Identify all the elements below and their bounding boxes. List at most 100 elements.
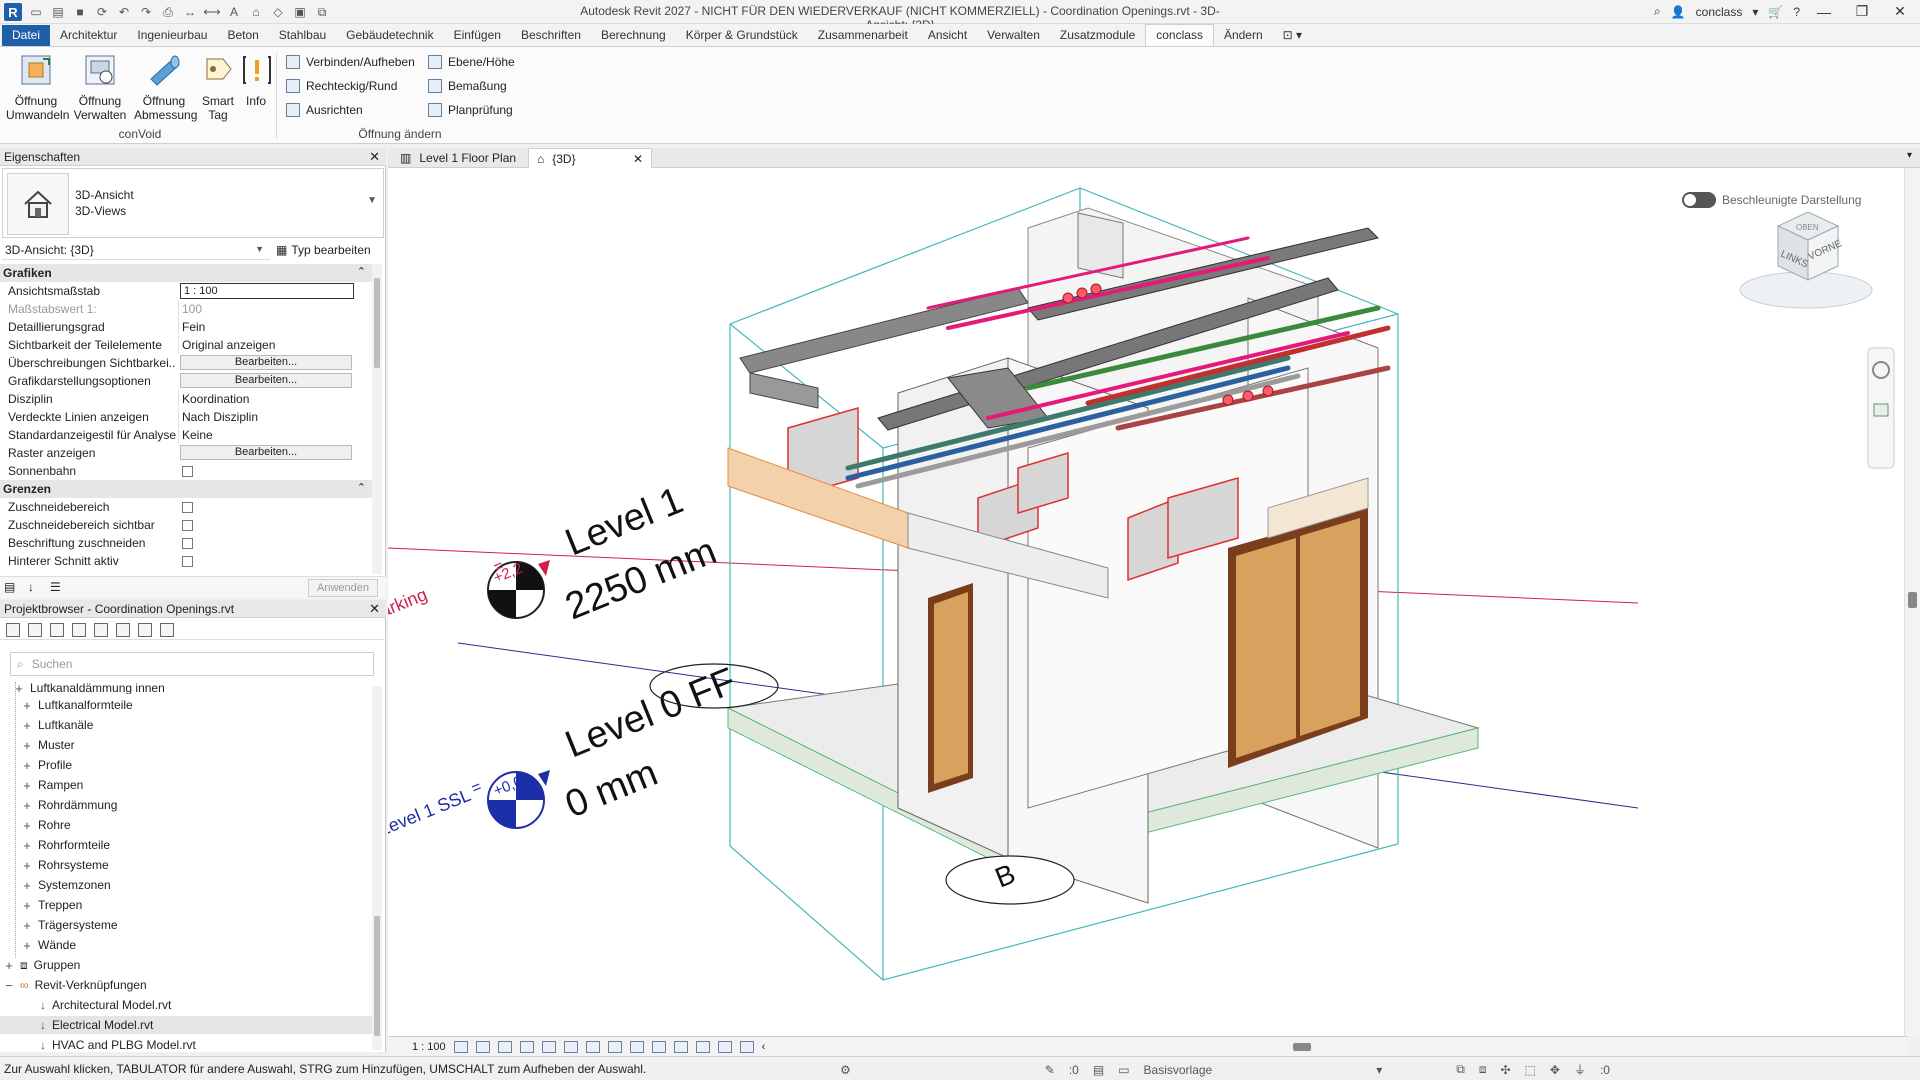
groups-icon[interactable] — [116, 622, 130, 637]
filter-icon[interactable]: ⏚ — [1574, 1061, 1586, 1078]
info-button[interactable]: Info — [240, 53, 272, 108]
ribbon-options-icon[interactable]: ⊡ ▾ — [1273, 25, 1312, 46]
checkbox[interactable] — [182, 466, 193, 477]
main-model-icon[interactable]: ✎ — [1045, 1063, 1055, 1077]
temporary-hide-icon[interactable] — [629, 1040, 644, 1053]
tree-item[interactable]: + Profile — [22, 756, 72, 774]
properties-scrollbar[interactable] — [372, 264, 382, 574]
tab-gebaeudetechnik[interactable]: Gebäudetechnik — [336, 25, 443, 46]
tree-item[interactable]: + Wände — [22, 936, 76, 954]
highlight-icon[interactable] — [717, 1040, 732, 1053]
tab-architektur[interactable]: Architektur — [50, 25, 127, 46]
tab-beton[interactable]: Beton — [217, 25, 268, 46]
tree-item[interactable]: + Systemzonen — [22, 876, 111, 894]
horizontal-scroll-thumb[interactable] — [1293, 1042, 1312, 1051]
close-hidden-icon[interactable]: ▣ — [292, 4, 308, 20]
worksharing-icon[interactable] — [673, 1040, 688, 1053]
detail-level-icon[interactable] — [453, 1040, 468, 1053]
tab-einfuegen[interactable]: Einfügen — [444, 25, 511, 46]
minimize-button[interactable]: — — [1810, 4, 1838, 20]
dropdown-icon[interactable]: ▼ — [367, 195, 377, 206]
tree-item[interactable]: + Trägersysteme — [22, 916, 117, 934]
tree-item-link[interactable]: ↓ HVAC and PLBG Model.rvt — [40, 1036, 196, 1054]
revit-logo[interactable]: R — [4, 3, 22, 21]
close-icon[interactable]: ✕ — [633, 152, 643, 166]
tab-datei[interactable]: Datei — [2, 25, 51, 46]
analytical-icon[interactable] — [695, 1040, 710, 1053]
level-0-label[interactable]: Level 0 FF — [560, 660, 742, 766]
edit-button[interactable]: Bearbeiten... — [180, 445, 352, 460]
apply-button[interactable]: Anwenden — [308, 579, 378, 597]
views-icon[interactable] — [28, 622, 42, 637]
smart-tag-button[interactable]: Smart Tag — [196, 53, 240, 122]
tree-item[interactable]: + Muster — [22, 736, 74, 754]
checkbox[interactable] — [182, 520, 193, 531]
bemassung-button[interactable]: Bemaßung — [428, 79, 507, 93]
tab-zusammenarbeit[interactable]: Zusammenarbeit — [808, 25, 918, 46]
oeffnung-umwandeln-button[interactable]: Öffnung Umwandeln — [6, 53, 69, 122]
scroll-thumb[interactable] — [374, 916, 380, 1036]
tree-item[interactable]: + Luftkanalformteile — [22, 696, 133, 714]
tab-berechnung[interactable]: Berechnung — [591, 25, 676, 46]
home-icon[interactable] — [6, 622, 20, 637]
tree-item[interactable]: + Rohrformteile — [22, 836, 110, 854]
links-icon[interactable] — [138, 622, 152, 637]
constraints-icon[interactable] — [739, 1040, 754, 1053]
reveal-hidden-icon[interactable] — [651, 1040, 666, 1053]
new-icon[interactable]: ▭ — [28, 4, 44, 20]
tab-stahlbau[interactable]: Stahlbau — [269, 25, 336, 46]
sort-az-icon[interactable]: ↓ — [28, 580, 34, 594]
tab-level-1-floor-plan[interactable]: ▥ Level 1 Floor Plan — [392, 148, 524, 168]
browser-scrollbar[interactable] — [372, 686, 382, 1050]
save-icon[interactable]: ■ — [72, 4, 88, 20]
sort-icon[interactable]: ▤ — [4, 580, 15, 594]
crop-view-icon[interactable] — [563, 1040, 578, 1053]
prop-value[interactable]: Original anzeigen — [178, 336, 354, 354]
select-by-face-icon[interactable]: ⬚ — [1525, 1063, 1536, 1077]
tab-koerper-grundstueck[interactable]: Körper & Grundstück — [676, 25, 808, 46]
sun-path-icon[interactable] — [497, 1040, 512, 1053]
sync-icon[interactable]: ⟳ — [94, 4, 110, 20]
canvas-scrollbar[interactable] — [1904, 168, 1920, 1036]
3d-view-canvas[interactable]: +2,2 vel 1 Parking = Level 1 2250 mm +0,… — [326, 168, 1904, 1038]
open-icon[interactable]: ▤ — [50, 4, 66, 20]
select-pinned-icon[interactable]: ✣ — [1500, 1063, 1510, 1077]
close-icon[interactable]: ✕ — [369, 601, 380, 617]
user-name[interactable]: conclass — [1696, 5, 1743, 19]
shadows-icon[interactable] — [519, 1040, 534, 1053]
tree-item[interactable]: + Treppen — [22, 896, 82, 914]
binoculars-icon[interactable]: ⌕ — [1654, 4, 1661, 19]
tree-item[interactable]: + Luftkanaldämmung innen — [14, 682, 165, 694]
prop-value[interactable]: Koordination — [178, 390, 354, 408]
families-icon[interactable] — [94, 622, 108, 637]
tab-3d[interactable]: ⌂ {3D} ✕ — [528, 148, 652, 168]
tab-conclass[interactable]: conclass — [1145, 24, 1214, 46]
tree-item[interactable]: + Luftkanäle — [22, 716, 93, 734]
undo-icon[interactable]: ↶ — [116, 4, 132, 20]
drag-elements-icon[interactable]: ✥ — [1550, 1063, 1560, 1077]
lock-view-icon[interactable] — [607, 1040, 622, 1053]
close-window-button[interactable]: ✕ — [1886, 3, 1914, 20]
tree-item-gruppen[interactable]: + ⧈ Gruppen — [4, 956, 80, 974]
restore-button[interactable]: ❐ — [1848, 3, 1876, 20]
instance-selector[interactable]: 3D-Ansicht: {3D} ▼ — [2, 240, 270, 260]
oeffnung-abmessung-button[interactable]: Öffnung Abmessung — [134, 53, 197, 122]
tab-verwalten[interactable]: Verwalten — [977, 25, 1050, 46]
tab-ansicht[interactable]: Ansicht — [918, 25, 977, 46]
tree-item[interactable]: + Rohrdämmung — [22, 796, 117, 814]
scroll-thumb[interactable] — [374, 278, 380, 368]
edit-type-button[interactable]: ▦ Typ bearbeiten — [276, 240, 371, 257]
visual-style-icon[interactable] — [475, 1040, 490, 1053]
checkbox[interactable] — [182, 502, 193, 513]
dropdown-icon[interactable]: ▾ — [1376, 1063, 1382, 1077]
tree-item-link-selected[interactable]: ↓ Electrical Model.rvt — [0, 1016, 372, 1034]
checkbox[interactable] — [182, 556, 193, 567]
prop-value[interactable]: Fein — [178, 318, 354, 336]
ausrichten-button[interactable]: Ausrichten — [286, 103, 363, 117]
verbinden-aufheben-button[interactable]: Verbinden/Aufheben — [286, 55, 415, 69]
edit-button[interactable]: Bearbeiten... — [180, 373, 352, 388]
scale-input[interactable]: 1 : 100 — [180, 283, 354, 299]
worksets-icon[interactable]: ⚙ — [840, 1063, 851, 1077]
link-chain-icon[interactable] — [160, 622, 174, 637]
text-icon[interactable]: A — [226, 4, 242, 20]
